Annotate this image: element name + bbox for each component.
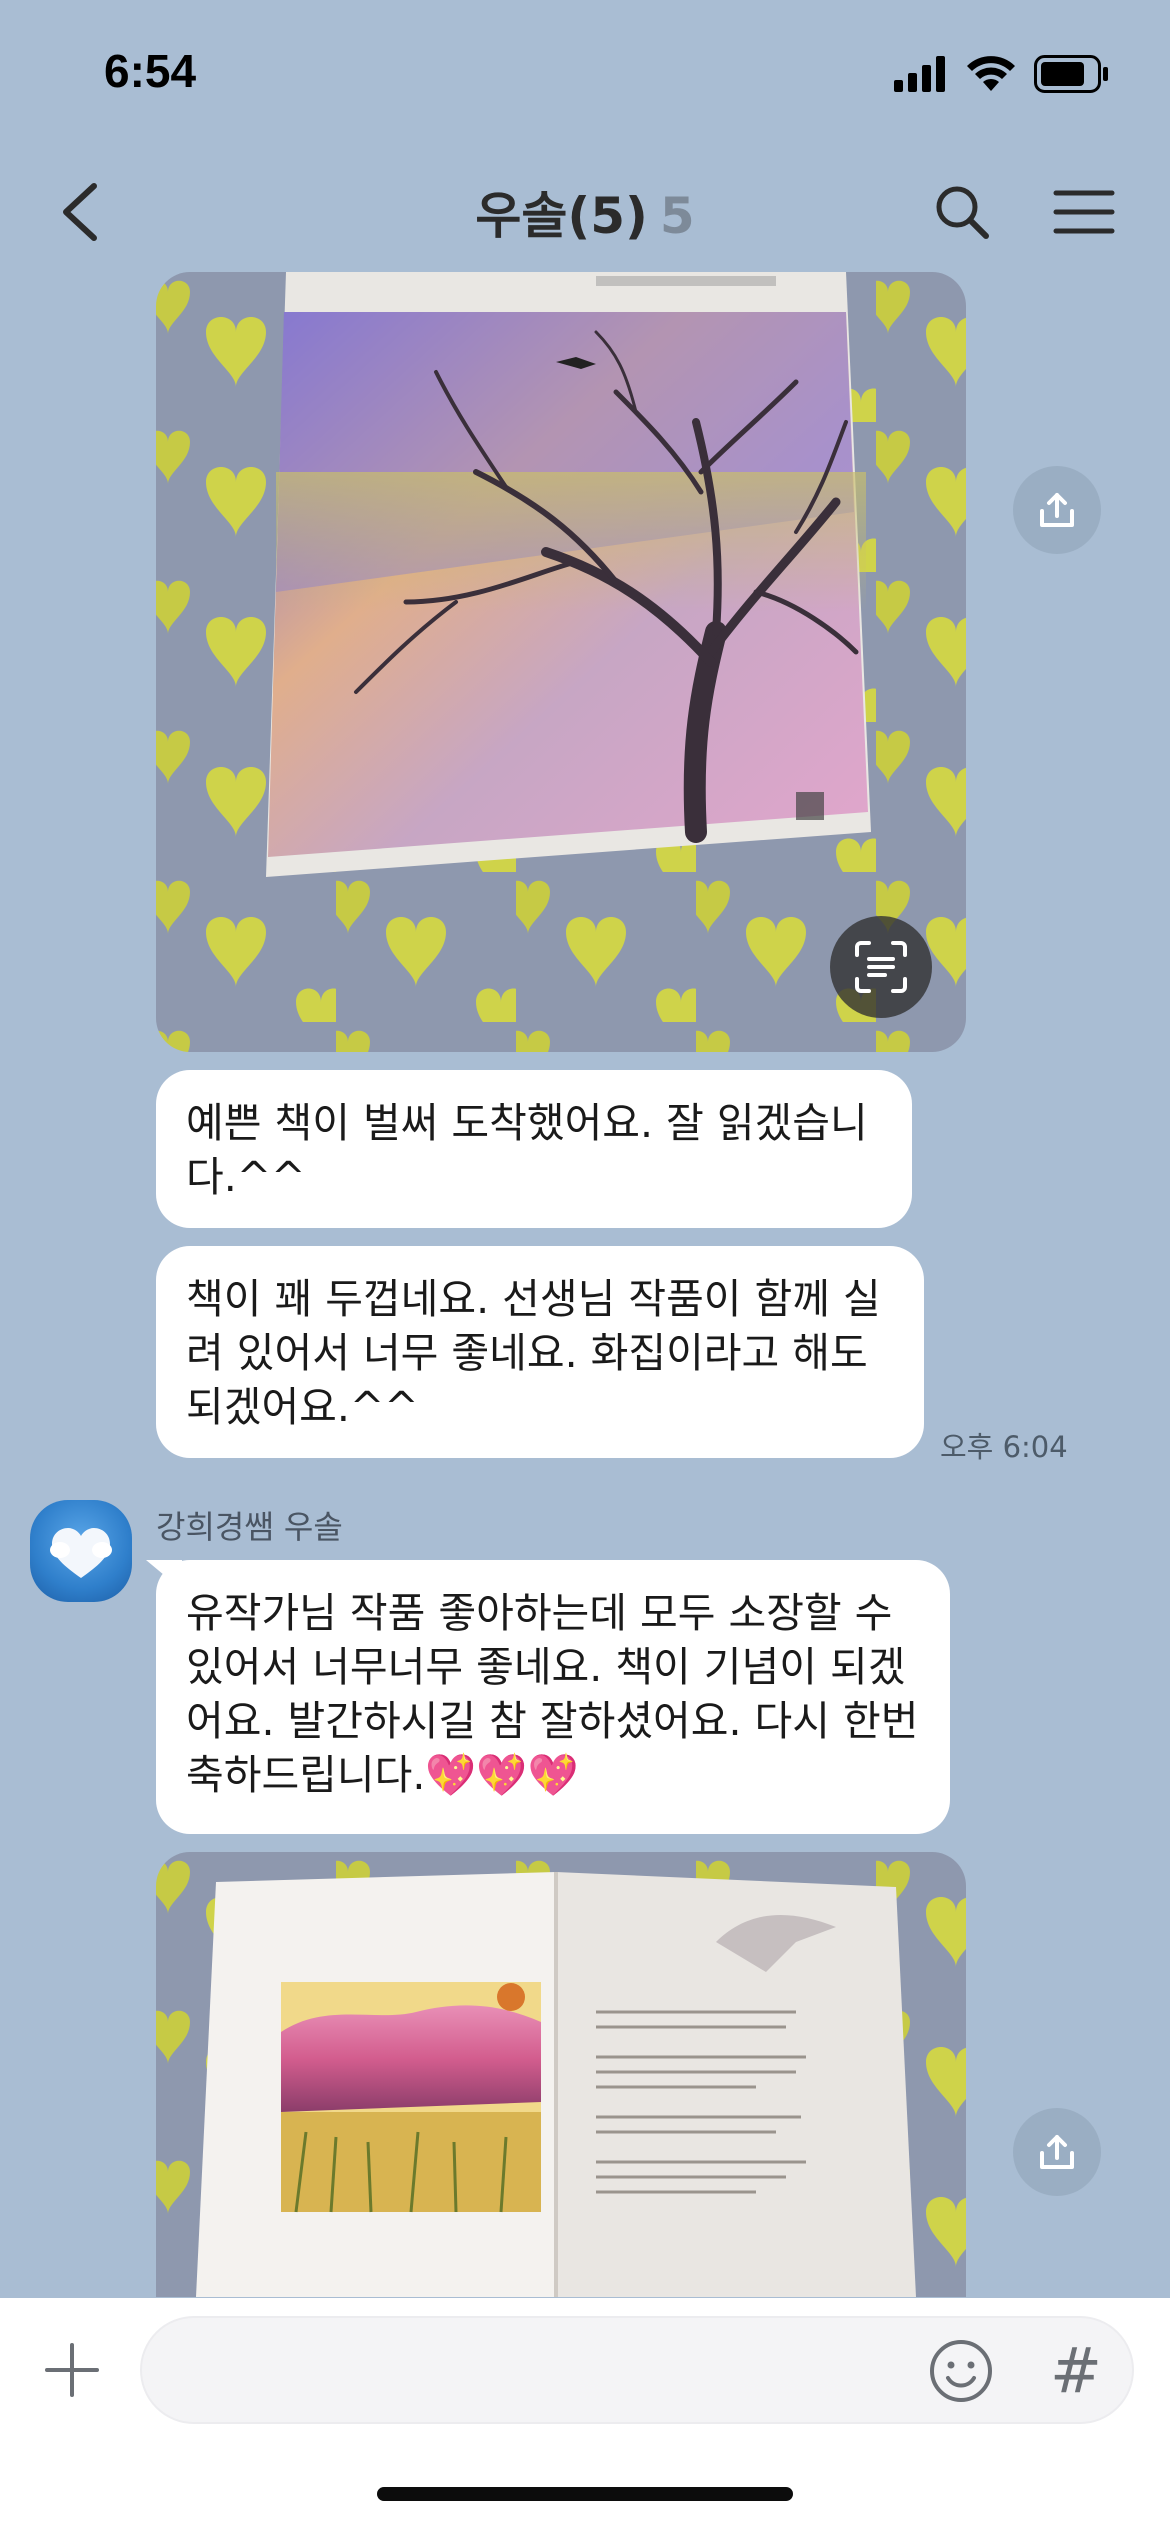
share-icon [1040, 2135, 1074, 2169]
message-bubble[interactable]: 유작가님 작품 좋아하는데 모두 소장할 수 있어서 너무너무 좋네요. 책이 … [156, 1560, 950, 1834]
chat-room-name: 우솔(5) [475, 187, 648, 245]
status-time: 6:54 [104, 45, 197, 97]
battery-icon [1034, 55, 1108, 93]
share-icon [1040, 493, 1074, 527]
search-icon [936, 186, 989, 239]
hamburger-menu-icon [1053, 190, 1115, 234]
home-indicator [377, 2487, 793, 2501]
signal-icon [894, 56, 945, 92]
emoji-button[interactable] [924, 2334, 998, 2408]
message-timestamp: 오후 6:04 [940, 1430, 1068, 1464]
plus-icon [45, 2343, 99, 2397]
avatar[interactable] [30, 1500, 132, 1602]
wifi-icon [967, 56, 1015, 91]
photo-message-open-book[interactable] [156, 1852, 966, 2297]
sender-name: 강희경쌤 우솔 [156, 1508, 343, 1546]
chat-header: 우솔(5) 5 [0, 150, 1170, 270]
hashtag-button[interactable]: # [1036, 2328, 1116, 2412]
member-count: 5 [659, 187, 695, 245]
message-bubble[interactable]: 예쁜 책이 벌써 도착했어요. 잘 읽겠습니다.^^ [156, 1070, 912, 1228]
message-bubble[interactable]: 책이 꽤 두껍네요. 선생님 작품이 함께 실려 있어서 너무 좋네요. 화집이… [156, 1246, 924, 1458]
open-book-photo [156, 1852, 966, 2297]
share-button[interactable] [1013, 466, 1101, 554]
status-bar: 6:54 [0, 0, 1170, 150]
text-scan-icon [855, 941, 907, 993]
emoji-icon [930, 2340, 992, 2402]
cloud-heart-avatar-icon [50, 1528, 112, 1578]
share-button[interactable] [1013, 2108, 1101, 2196]
text-scan-button[interactable] [830, 916, 932, 1018]
search-button[interactable] [922, 172, 1002, 252]
status-icons [894, 54, 1110, 94]
menu-button[interactable] [1044, 172, 1124, 252]
attach-button[interactable] [30, 2328, 114, 2412]
